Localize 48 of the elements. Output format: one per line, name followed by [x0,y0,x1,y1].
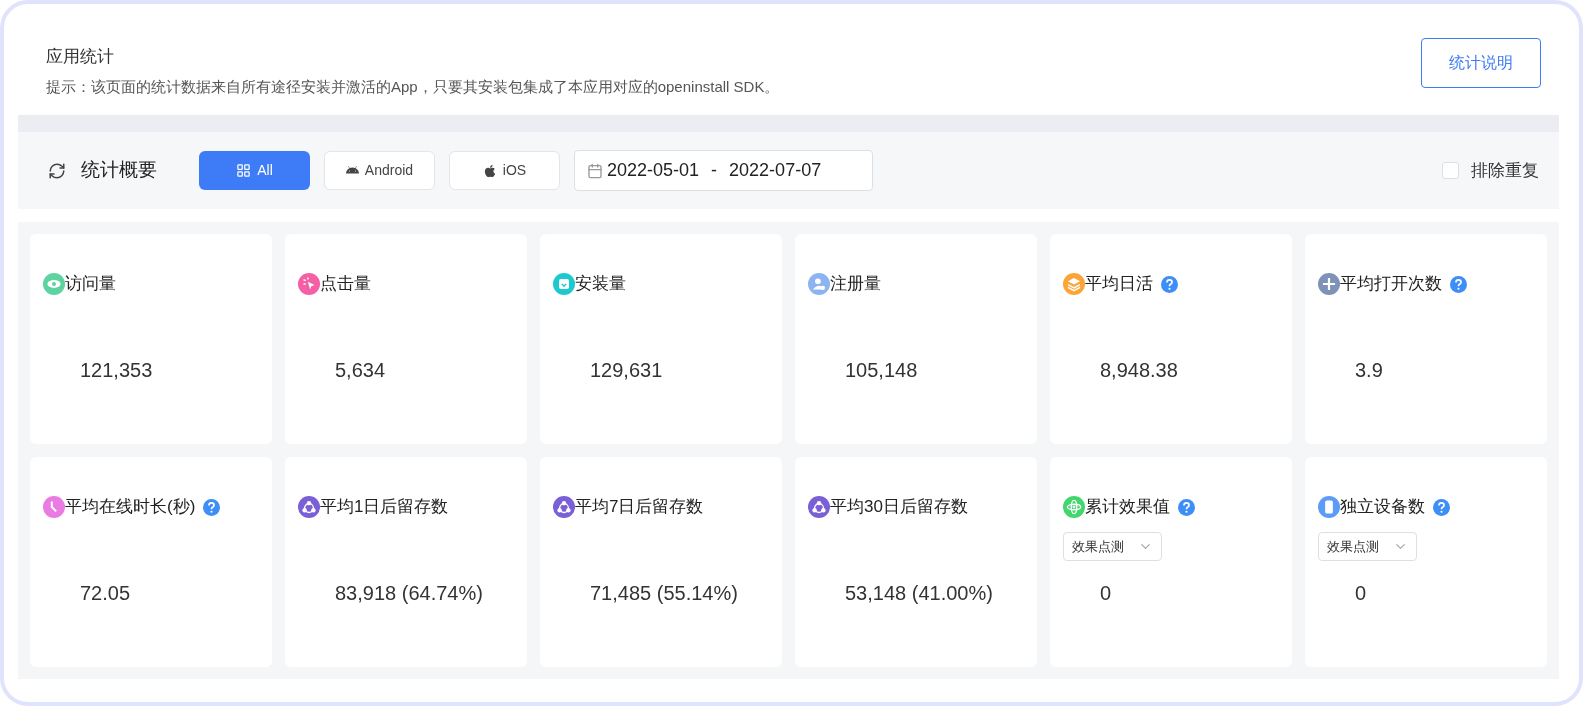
card-title: 平均7日后留存数 [575,496,704,519]
dedupe-checkbox[interactable] [1442,162,1459,179]
metric-select[interactable]: 效果点测 [1318,532,1417,561]
card-title: 平均在线时长(秒) [65,496,196,519]
card-value: 129,631 [589,358,664,382]
page-title: 应用统计 [46,46,115,68]
platform-tab[interactable]: Android [324,151,435,190]
card-title: 独立设备数 [1340,496,1425,519]
help-icon[interactable] [1450,275,1467,293]
card-value: 8,948.38 [1099,358,1179,382]
help-icon[interactable] [1433,498,1450,516]
card-title: 累计效果值 [1085,496,1170,519]
end-date: 2022-07-07 [729,159,822,182]
section-title: 统计概要 [81,158,158,183]
card-title: 点击量 [320,273,371,296]
help-icon[interactable] [1178,498,1195,516]
card-value: 3.9 [1354,358,1384,382]
platform-tab[interactable]: All [199,151,310,190]
refresh-icon[interactable] [48,161,66,180]
card-title: 访问量 [65,273,116,296]
card-value: 0 [1099,581,1113,605]
card-value: 83,918 (64.74%) [334,581,484,605]
apple-icon [482,163,497,178]
help-icon[interactable] [1161,275,1178,293]
card-value: 72.05 [79,581,132,605]
card-value: 105,148 [844,358,919,382]
hint-text: 提示：该页面的统计数据来自所有途径安装并激活的App，只要其安装包集成了本应用对应的openinstall SDK。 [46,76,780,97]
dedupe-label: 排除重复 [1471,159,1539,182]
card-title: 安装量 [575,273,626,296]
card-title: 平均1日后留存数 [320,496,449,519]
card-value: 71,485 (55.14%) [589,581,739,605]
card-title: 平均30日后留存数 [830,496,968,519]
grid-icon [236,163,252,178]
card-value: 121,353 [79,358,154,382]
calendar-icon [587,162,603,179]
date-separator: - [711,159,718,182]
card-title: 注册量 [830,273,881,296]
help-button[interactable]: 统计说明 [1421,38,1541,88]
card-value: 53,148 (41.00%) [844,581,994,605]
metric-select[interactable]: 效果点测 [1063,532,1162,561]
card-title: 平均打开次数 [1340,273,1442,296]
start-date: 2022-05-01 [607,159,700,182]
card-title: 平均日活 [1085,273,1153,296]
help-icon[interactable] [203,498,221,516]
card-value: 5,634 [334,358,387,382]
date-range-field[interactable]: 2022-05-01 - 2022-07-07 [574,150,873,191]
platform-tab[interactable]: iOS [449,151,560,190]
card-value: 0 [1354,581,1368,605]
